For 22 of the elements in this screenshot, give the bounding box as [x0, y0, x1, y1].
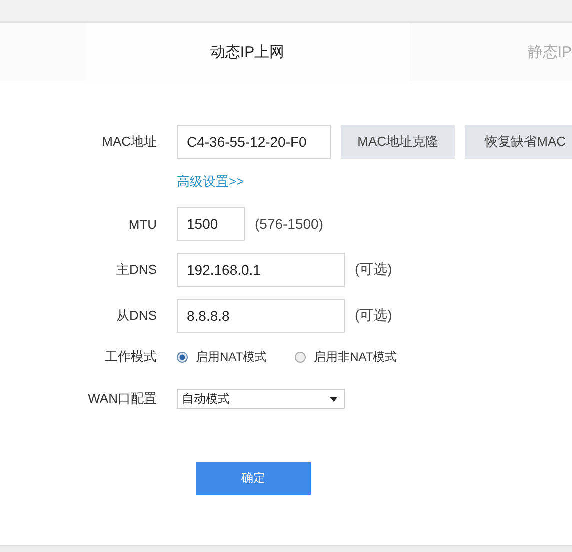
field-label: 从DNS	[116, 307, 157, 325]
radio-label: 启用NAT模式	[196, 348, 268, 366]
dropdown[interactable]: 自动模式	[177, 389, 345, 409]
radio-label: 启用非NAT模式	[314, 348, 398, 366]
mac-button[interactable]: MAC地址克隆	[341, 125, 456, 159]
caret-icon	[330, 396, 338, 402]
field-hint: (可选)	[355, 261, 392, 279]
field-label: WAN口配置	[87, 390, 157, 408]
radio-button[interactable]	[295, 352, 306, 362]
field-label: 主DNS	[116, 261, 157, 279]
mac-button[interactable]: 恢复缺省MAC	[465, 125, 572, 159]
input-field[interactable]: C4-36-55-12-20-F0	[177, 125, 332, 159]
field-hint: (可选)	[355, 307, 392, 325]
input-field[interactable]: 192.168.0.1	[177, 253, 345, 287]
field-label: MAC地址	[101, 133, 157, 151]
advanced-settings-link[interactable]: 高级设置>>	[177, 173, 244, 191]
field-label: MTU	[128, 216, 157, 232]
field-hint: (576-1500)	[255, 216, 324, 232]
input-field[interactable]: 8.8.8.8	[177, 299, 345, 333]
input-field[interactable]: 1500	[177, 207, 245, 241]
radio-button[interactable]	[177, 352, 188, 362]
field-label: 工作模式	[104, 348, 157, 366]
